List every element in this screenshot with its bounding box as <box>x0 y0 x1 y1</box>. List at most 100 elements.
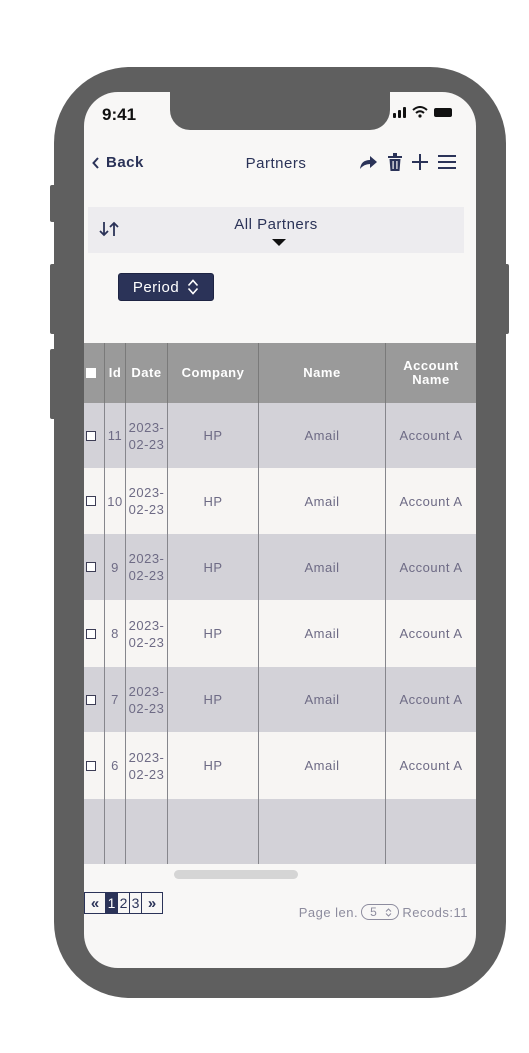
cell-company: HP <box>168 468 259 534</box>
row-checkbox[interactable] <box>86 496 96 506</box>
plus-icon <box>412 154 428 170</box>
header-account-line2: Name <box>412 372 450 387</box>
cell-company: HP <box>168 732 259 799</box>
cell-date-line1: 2023- <box>128 749 165 765</box>
table-header: Id Date Company Name Account Name <box>84 343 476 403</box>
cell-name: Amail <box>259 468 386 534</box>
phone-notch <box>170 92 390 130</box>
nav-actions <box>358 153 456 171</box>
cell-date-line2: 02-23 <box>128 766 165 782</box>
cell-name: Amail <box>259 403 386 468</box>
cell-account-name: Account A <box>399 493 463 509</box>
last-page-button[interactable]: » <box>142 893 162 913</box>
wifi-icon <box>412 106 428 118</box>
horizontal-scrollbar[interactable] <box>174 870 298 879</box>
cell-account-name: Account A <box>399 428 463 443</box>
cell-account-name: Account A <box>399 758 463 773</box>
filter-bar: All Partners <box>88 207 464 253</box>
empty-cell <box>84 799 105 864</box>
delete-button[interactable] <box>388 153 402 171</box>
cell-date-line1: 2023- <box>128 683 165 699</box>
cell-id: 6 <box>105 732 126 799</box>
cell-date-line2: 02-23 <box>128 502 165 517</box>
row-select-cell <box>84 667 105 732</box>
nav-bar: Back Partners <box>84 147 476 179</box>
empty-cell <box>259 799 386 864</box>
row-select-cell <box>84 534 105 600</box>
cell-date: 2023- 02-23 <box>126 534 168 600</box>
cell-company: HP <box>168 600 259 667</box>
empty-cell <box>105 799 126 864</box>
page-len-select[interactable]: 5 <box>361 904 400 920</box>
header-select-cell <box>84 343 105 403</box>
row-select-cell <box>84 600 105 667</box>
cell-date-line1: 2023- <box>128 419 165 435</box>
table-row[interactable]: 8 2023- 02-23 HP Amail Account A <box>84 600 476 667</box>
signal-icon <box>393 106 406 118</box>
table-empty-row <box>84 799 476 864</box>
header-id[interactable]: Id <box>105 343 126 403</box>
empty-cell <box>386 799 476 864</box>
cell-account-name: Account A <box>399 626 463 641</box>
cell-id: 11 <box>105 403 126 468</box>
updown-icon <box>188 279 199 295</box>
select-all-checkbox[interactable] <box>86 368 96 378</box>
cell-date: 2023- 02-23 <box>126 403 168 468</box>
table-row[interactable]: 11 2023- 02-23 HP Amail Account A <box>84 403 476 468</box>
cell-date-line2: 02-23 <box>128 700 165 716</box>
cell-date-line2: 02-23 <box>128 568 165 583</box>
cell-date: 2023- 02-23 <box>126 468 168 534</box>
cell-name: Amail <box>259 667 386 732</box>
share-icon <box>360 156 377 169</box>
header-name[interactable]: Name <box>259 343 386 403</box>
page-button-2[interactable]: 2 <box>118 893 130 913</box>
add-button[interactable] <box>412 154 428 170</box>
cell-id: 7 <box>105 667 126 732</box>
cell-id: 9 <box>105 534 126 600</box>
cell-company: HP <box>168 534 259 600</box>
caret-down-icon <box>272 239 286 246</box>
table-row[interactable]: 9 2023- 02-23 HP Amail Account A <box>84 534 476 600</box>
cell-account-name: Account A <box>399 692 463 707</box>
table-row[interactable]: 7 2023- 02-23 HP Amail Account A <box>84 667 476 732</box>
cell-date: 2023- 02-23 <box>126 667 168 732</box>
empty-cell <box>168 799 259 864</box>
cell-company: HP <box>168 667 259 732</box>
cell-date-line1: 2023- <box>128 617 165 633</box>
row-checkbox[interactable] <box>86 760 96 771</box>
cell-date-line1: 2023- <box>128 551 165 566</box>
row-select-cell <box>84 468 105 534</box>
page-button-3[interactable]: 3 <box>130 893 142 913</box>
battery-icon <box>434 107 452 117</box>
row-checkbox[interactable] <box>86 628 96 639</box>
cell-date-line2: 02-23 <box>128 436 165 452</box>
share-button[interactable] <box>358 153 378 171</box>
pagination: « 1 2 3 » <box>84 892 163 914</box>
page-len-label: Page len. <box>298 904 359 920</box>
cell-name: Amail <box>259 732 386 799</box>
header-account-name[interactable]: Account Name <box>386 343 476 403</box>
updown-small-icon <box>385 907 392 917</box>
row-select-cell <box>84 732 105 799</box>
period-label: Period <box>132 278 180 296</box>
cell-company: HP <box>168 403 259 468</box>
header-date[interactable]: Date <box>126 343 168 403</box>
first-page-button[interactable]: « <box>85 893 106 913</box>
period-button[interactable]: Period <box>118 273 214 301</box>
row-checkbox[interactable] <box>86 562 96 572</box>
empty-cell <box>126 799 168 864</box>
header-company[interactable]: Company <box>168 343 259 403</box>
cell-date-line2: 02-23 <box>128 634 165 650</box>
row-checkbox[interactable] <box>86 694 96 705</box>
cell-name: Amail <box>259 600 386 667</box>
cell-date-line1: 2023- <box>128 485 165 500</box>
cell-date: 2023- 02-23 <box>126 732 168 799</box>
filter-select[interactable]: All Partners <box>88 216 464 233</box>
table-row[interactable]: 6 2023- 02-23 HP Amail Account A <box>84 732 476 799</box>
row-checkbox[interactable] <box>86 430 96 441</box>
row-select-cell <box>84 403 105 468</box>
table-row[interactable]: 10 2023- 02-23 HP Amail Account A <box>84 468 476 534</box>
page-button-1[interactable]: 1 <box>106 893 118 913</box>
menu-button[interactable] <box>438 155 456 169</box>
cell-date: 2023- 02-23 <box>126 600 168 667</box>
